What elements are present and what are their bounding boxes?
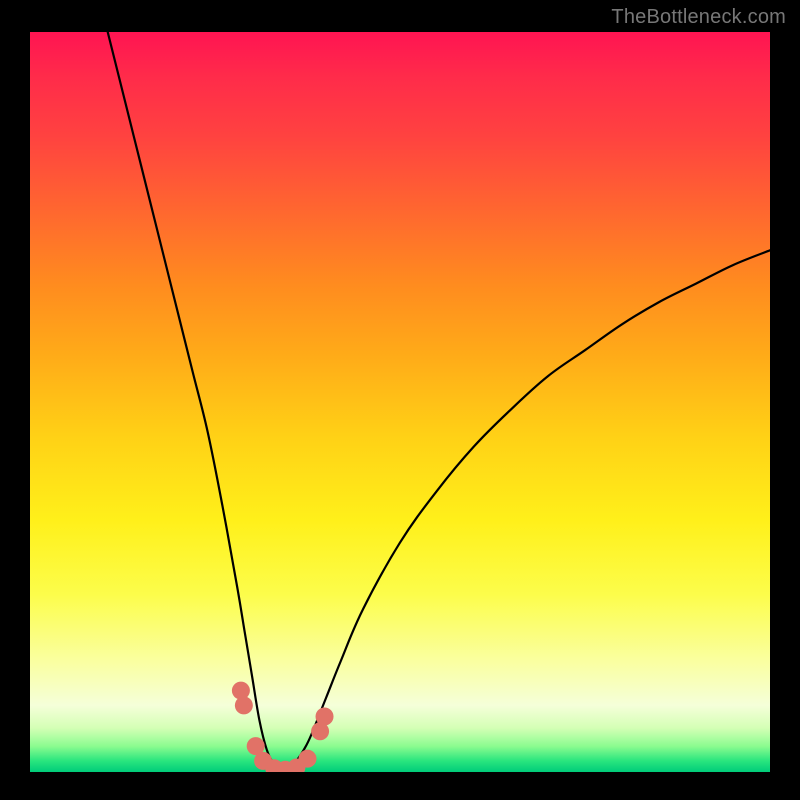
bottleneck-curve	[108, 32, 770, 772]
marker-dot	[232, 682, 250, 700]
marker-dot	[299, 750, 317, 768]
watermark-text: TheBottleneck.com	[611, 6, 786, 29]
curve-svg	[30, 32, 770, 772]
chart-frame: TheBottleneck.com	[0, 0, 800, 800]
marker-dot	[235, 696, 253, 714]
plot-area	[30, 32, 770, 772]
marker-dot	[316, 708, 334, 726]
curve-markers	[232, 682, 334, 772]
